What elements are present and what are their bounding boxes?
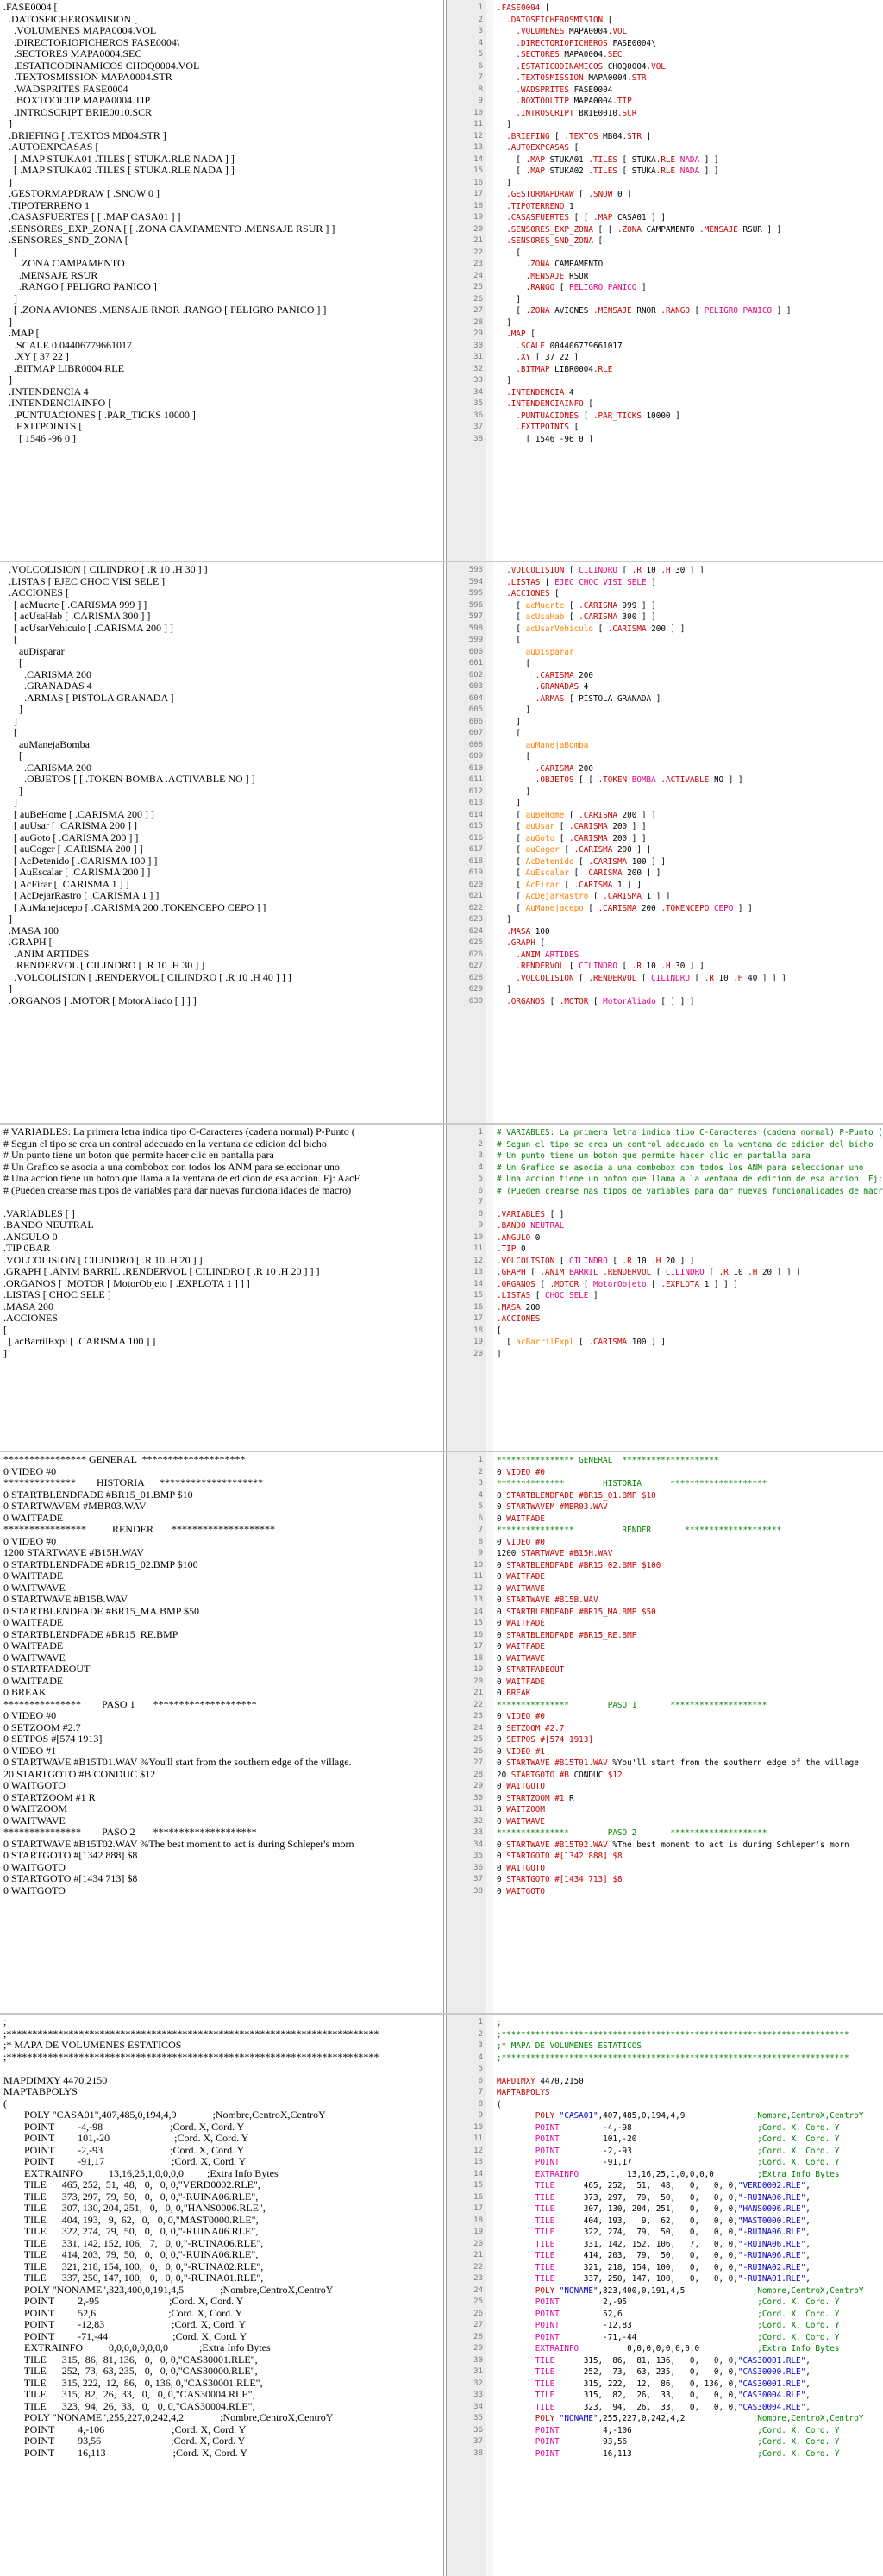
plain-text: # VARIABLES: La primera letra indica tip… [3,1125,360,1359]
line-number-gutter: 1 2 3 4 5 6 7 8 9 10 11 12 13 14 15 16 1… [447,1452,487,2013]
code-editor-view[interactable]: 593 594 595 596 597 598 599 600 601 602 … [446,562,883,1123]
plain-text: .FASE0004 [ .DATOSFICHEROSMISION [ .VOLU… [3,1,335,444]
code-editor-view[interactable]: 1 2 3 4 5 6 7 8 9 10 11 12 13 14 15 16 1… [446,1125,883,1451]
line-numbers: 593 594 595 596 597 598 599 600 601 602 … [468,566,483,1006]
highlighted-code: .FASE0004 [ .DATOSFICHEROSMISION [ .VOLU… [497,3,792,444]
line-numbers: 1 2 3 4 5 6 7 8 9 10 11 12 13 14 15 16 1… [473,3,483,443]
fold-margin [486,2015,493,2576]
line-number-gutter: 1 2 3 4 5 6 7 8 9 10 11 12 13 14 15 16 1… [447,2015,487,2576]
line-number-gutter: 593 594 595 596 597 598 599 600 601 602 … [447,562,487,1123]
pane-pair-volumenes: ; ;*************************************… [0,2015,883,2576]
highlighted-code: .VOLCOLISION [ CILINDRO [ .R 10 .H 30 ] … [506,566,786,1006]
line-number-gutter: 1 2 3 4 5 6 7 8 9 10 11 12 13 14 15 16 1… [447,1125,487,1451]
code-editor-view[interactable]: 1 2 3 4 5 6 7 8 9 10 11 12 13 14 15 16 1… [446,0,883,561]
line-numbers: 1 2 3 4 5 6 7 8 9 10 11 12 13 14 15 16 1… [473,1456,483,1896]
plain-text-view[interactable]: .VOLCOLISION [ CILINDRO [ .R 10 .H 30 ] … [0,562,444,1123]
pane-pair-fase: .FASE0004 [ .DATOSFICHEROSMISION [ .VOLU… [0,0,883,561]
pane-pair-volcolision: .VOLCOLISION [ CILINDRO [ .R 10 .H 30 ] … [0,562,883,1123]
highlighted-code: ; ;*************************************… [497,2018,864,2459]
highlighted-code: **************** GENERAL ***************… [497,1456,859,1896]
plain-text: **************** GENERAL ***************… [3,1453,354,1896]
code-editor-view[interactable]: 1 2 3 4 5 6 7 8 9 10 11 12 13 14 15 16 1… [446,2015,883,2576]
plain-text-view[interactable]: **************** GENERAL ***************… [0,1452,444,2013]
pane-pair-script: **************** GENERAL ***************… [0,1452,883,2013]
fold-margin [486,1452,493,2013]
line-number-gutter: 1 2 3 4 5 6 7 8 9 10 11 12 13 14 15 16 1… [447,0,487,561]
plain-text: .VOLCOLISION [ CILINDRO [ .R 10 .H 30 ] … [9,563,291,1006]
pane-pair-variables: # VARIABLES: La primera letra indica tip… [0,1125,883,1451]
line-numbers: 1 2 3 4 5 6 7 8 9 10 11 12 13 14 15 16 1… [473,1128,483,1358]
line-numbers: 1 2 3 4 5 6 7 8 9 10 11 12 13 14 15 16 1… [473,2018,483,2458]
fold-margin [486,1125,493,1451]
code-editor-view[interactable]: 1 2 3 4 5 6 7 8 9 10 11 12 13 14 15 16 1… [446,1452,883,2013]
fold-margin [486,0,493,561]
plain-text-view[interactable]: # VARIABLES: La primera letra indica tip… [0,1125,444,1451]
plain-text-view[interactable]: .FASE0004 [ .DATOSFICHEROSMISION [ .VOLU… [0,0,444,561]
plain-text-view[interactable]: ; ;*************************************… [0,2015,444,2576]
fold-margin [486,562,493,1123]
highlighted-code: # VARIABLES: La primera letra indica tip… [497,1128,883,1359]
plain-text: ; ;*************************************… [3,2015,379,2459]
